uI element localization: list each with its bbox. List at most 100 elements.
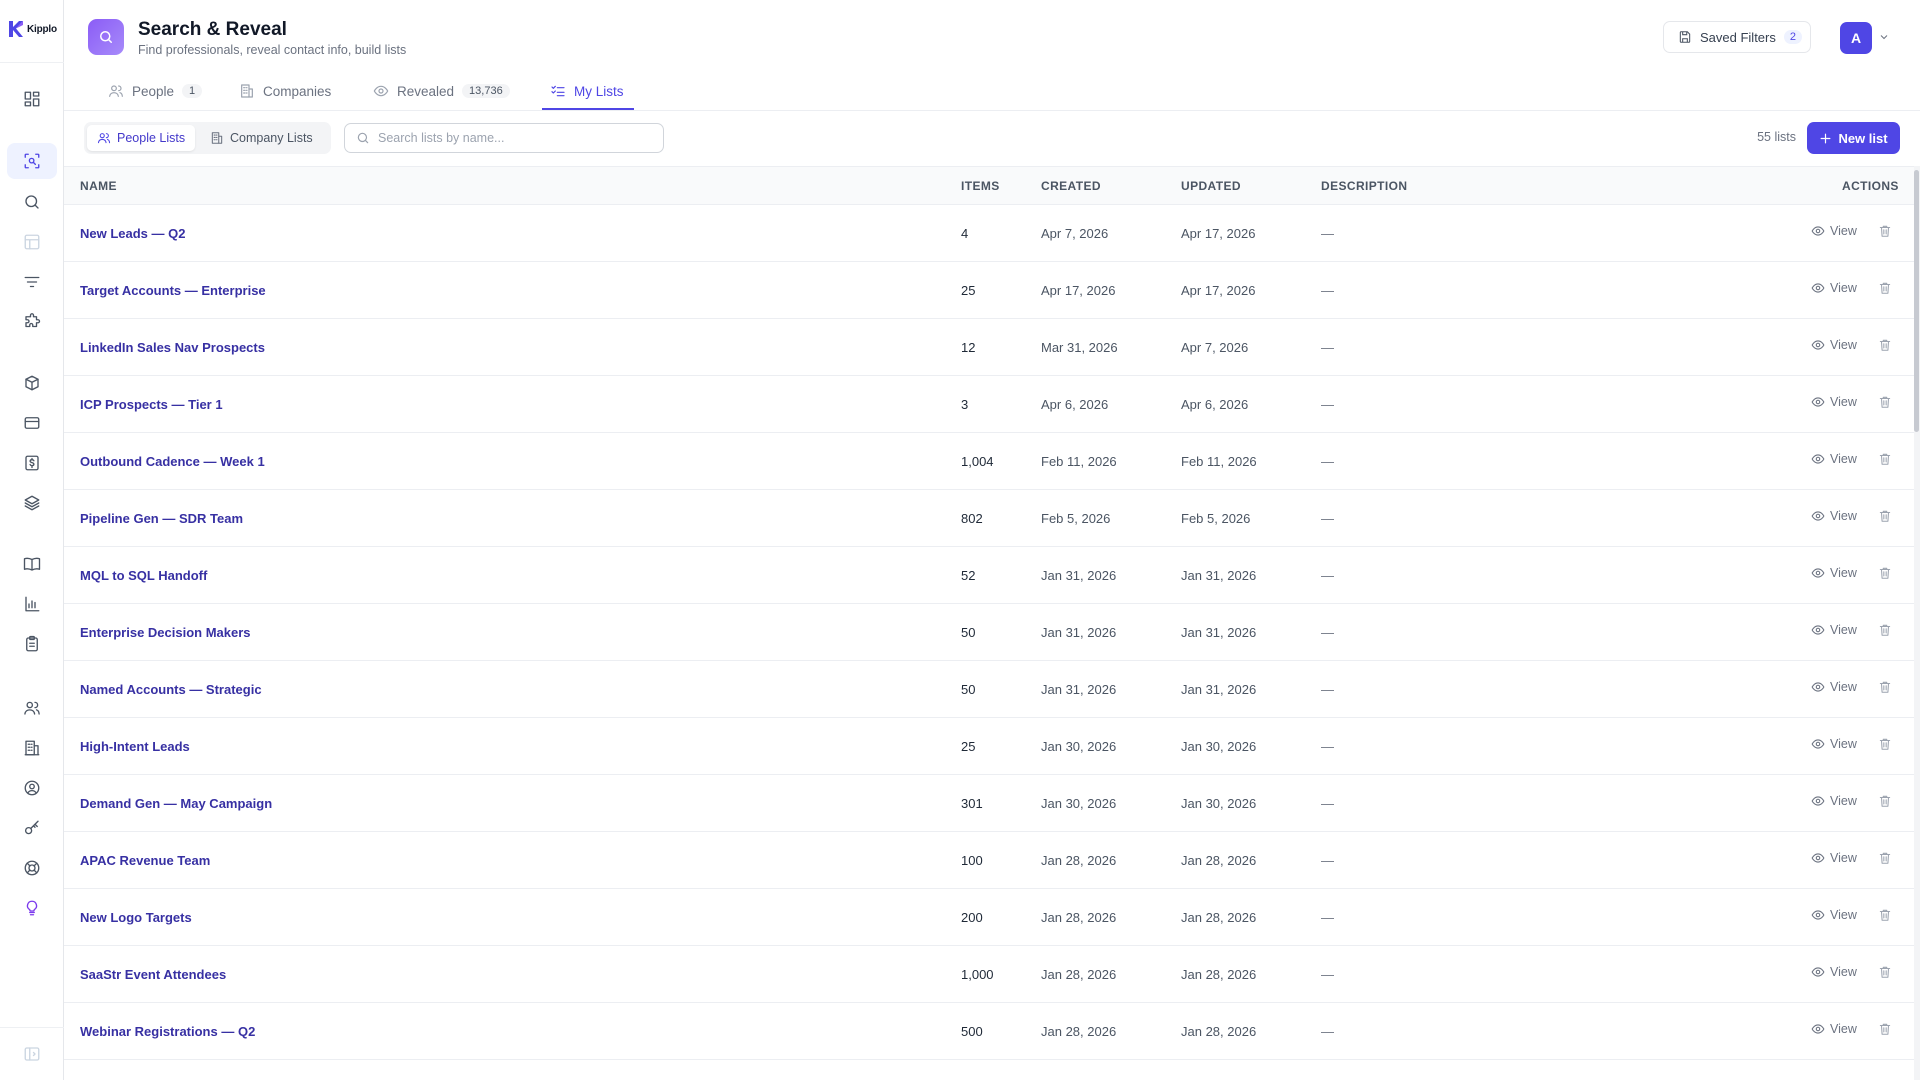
column-header-items[interactable]: ITEMS [961,179,1000,193]
nav-support[interactable] [7,850,57,886]
nav-ideas[interactable] [7,890,57,926]
nav-api-keys[interactable] [7,810,57,846]
view-button[interactable]: View [1811,1022,1857,1036]
list-name-link[interactable]: Webinar Registrations — Q2 [80,1024,255,1039]
people-lists-button[interactable]: People Lists [87,125,196,151]
list-name-link[interactable]: Outbound Cadence — Week 1 [80,454,265,469]
nav-products[interactable] [7,365,57,401]
list-name-link[interactable]: LinkedIn Sales Nav Prospects [80,340,265,355]
tab-my-lists[interactable]: My Lists [550,72,624,110]
view-button[interactable]: View [1811,395,1857,409]
list-name-link[interactable]: High-Intent Leads [80,739,190,754]
view-button[interactable]: View [1811,452,1857,466]
nav-account[interactable] [7,770,57,806]
nav-search-reveal[interactable] [7,143,57,179]
account-menu-toggle[interactable] [1878,30,1890,42]
delete-button[interactable] [1878,737,1894,753]
delete-button[interactable] [1878,509,1894,525]
list-name-link[interactable]: APAC Revenue Team [80,853,210,868]
list-name-link[interactable]: Demand Gen — May Campaign [80,796,272,811]
view-button[interactable]: View [1811,794,1857,808]
nav-contacts[interactable] [7,690,57,726]
nav-docs[interactable] [7,546,57,582]
view-button[interactable]: View [1811,737,1857,751]
view-button[interactable]: View [1811,224,1857,238]
nav-search[interactable] [7,184,57,220]
delete-button[interactable] [1878,452,1894,468]
view-button[interactable]: View [1811,281,1857,295]
scrollbar-thumb[interactable] [1914,170,1919,432]
view-button[interactable]: View [1811,338,1857,352]
view-button[interactable]: View [1811,908,1857,922]
view-button[interactable]: View [1811,680,1857,694]
list-name-link[interactable]: Target Accounts — Enterprise [80,283,266,298]
delete-button[interactable] [1878,338,1894,354]
search-input[interactable] [378,131,648,145]
table-row[interactable]: Webinar Registrations — Q2 500 Jan 28, 2… [64,1003,1916,1060]
list-name-link[interactable]: New Logo Targets [80,910,192,925]
delete-button[interactable] [1878,395,1894,411]
column-header-updated[interactable]: UPDATED [1181,179,1241,193]
nav-table[interactable] [7,224,57,260]
delete-button[interactable] [1878,908,1894,924]
table-row[interactable]: Outbound Cadence — Week 1 1,004 Feb 11, … [64,433,1916,490]
delete-button[interactable] [1878,224,1894,240]
nav-analytics[interactable] [7,586,57,622]
view-button[interactable]: View [1811,851,1857,865]
view-button[interactable]: View [1811,623,1857,637]
table-row[interactable]: LinkedIn Sales Nav Prospects 12 Mar 31, … [64,319,1916,376]
nav-companies[interactable] [7,730,57,766]
table-row[interactable]: Demand Gen — May Campaign 301 Jan 30, 20… [64,775,1916,832]
saved-filters-button[interactable]: Saved Filters 2 [1663,21,1811,53]
column-header-name[interactable]: NAME [80,179,117,193]
avatar[interactable]: A [1840,22,1872,54]
view-button[interactable]: View [1811,509,1857,523]
table-row[interactable]: New Logo Targets 200 Jan 28, 2026 Jan 28… [64,889,1916,946]
company-lists-button[interactable]: Company Lists [200,125,323,151]
list-name-link[interactable]: Pipeline Gen — SDR Team [80,511,243,526]
list-name-link[interactable]: ICP Prospects — Tier 1 [80,397,223,412]
table-row[interactable]: SaaStr Event Attendees 1,000 Jan 28, 202… [64,946,1916,1003]
table-row[interactable]: High-Intent Leads 25 Jan 30, 2026 Jan 30… [64,718,1916,775]
table-row[interactable]: APAC Revenue Team 100 Jan 28, 2026 Jan 2… [64,832,1916,889]
delete-button[interactable] [1878,1022,1894,1038]
delete-button[interactable] [1878,281,1894,297]
nav-tasks[interactable] [7,626,57,662]
nav-filters[interactable] [7,264,57,300]
list-name-link[interactable]: SaaStr Event Attendees [80,967,226,982]
nav-stacks[interactable] [7,485,57,521]
column-header-created[interactable]: CREATED [1041,179,1101,193]
new-list-button[interactable]: New list [1807,122,1900,154]
table-row[interactable]: MQL to SQL Handoff 52 Jan 31, 2026 Jan 3… [64,547,1916,604]
table-row[interactable]: Named Accounts — Strategic 50 Jan 31, 20… [64,661,1916,718]
tab-companies[interactable]: Companies [239,72,331,110]
nav-dashboard[interactable] [7,81,57,117]
list-created-date: Apr 6, 2026 [1041,397,1109,412]
list-name-link[interactable]: Enterprise Decision Makers [80,625,251,640]
sidebar-collapse-button[interactable] [7,1036,57,1072]
delete-button[interactable] [1878,566,1894,582]
nav-billing[interactable] [7,405,57,441]
list-name-link[interactable]: New Leads — Q2 [80,226,185,241]
trash-icon [1879,852,1891,864]
tab-people[interactable]: People 1 [108,72,203,110]
table-row[interactable]: New Leads — Q2 4 Apr 7, 2026 Apr 17, 202… [64,205,1916,262]
dashboard-icon [24,91,40,107]
nav-pricing[interactable] [7,445,57,481]
delete-button[interactable] [1878,623,1894,639]
view-button[interactable]: View [1811,965,1857,979]
table-row[interactable]: Target Accounts — Enterprise 25 Apr 17, … [64,262,1916,319]
list-name-link[interactable]: Named Accounts — Strategic [80,682,262,697]
delete-button[interactable] [1878,680,1894,696]
table-row[interactable]: ICP Prospects — Tier 1 3 Apr 6, 2026 Apr… [64,376,1916,433]
brand-logo[interactable]: Kipplo [8,20,57,38]
list-name-link[interactable]: MQL to SQL Handoff [80,568,207,583]
table-row[interactable]: Enterprise Decision Makers 50 Jan 31, 20… [64,604,1916,661]
table-row[interactable]: Pipeline Gen — SDR Team 802 Feb 5, 2026 … [64,490,1916,547]
nav-integrations[interactable] [7,304,57,340]
delete-button[interactable] [1878,965,1894,981]
delete-button[interactable] [1878,851,1894,867]
delete-button[interactable] [1878,794,1894,810]
tab-revealed[interactable]: Revealed 13,736 [373,72,510,110]
view-button[interactable]: View [1811,566,1857,580]
